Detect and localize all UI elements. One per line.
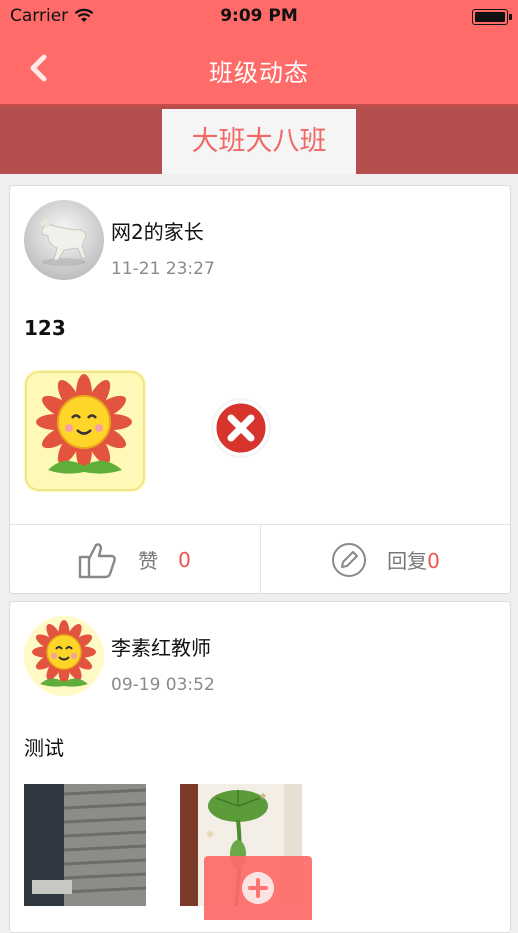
reply-text: 回复: [387, 549, 428, 573]
plus-icon: [242, 872, 274, 904]
post-text: 测试: [24, 736, 64, 760]
pencil-circle-icon: [332, 542, 367, 577]
battery-icon: [472, 9, 512, 25]
blinds-photo: [24, 784, 146, 906]
page-title: 班级动态: [209, 59, 309, 87]
like-count: 0: [178, 547, 191, 572]
avatar[interactable]: [24, 616, 104, 696]
like-label: 赞: [138, 549, 159, 573]
post-author: 李素红教师: [111, 636, 211, 660]
reply-button[interactable]: 回复0: [260, 525, 510, 594]
post-image[interactable]: [24, 370, 146, 492]
horse-avatar-image: [24, 200, 104, 280]
status-bar: Carrier 9:09 PM: [0, 0, 518, 34]
like-button[interactable]: 赞 0: [10, 525, 259, 594]
add-post-button[interactable]: [204, 856, 312, 920]
nav-bar: 班级动态: [0, 34, 518, 106]
post-actions: 赞 0 回复0: [10, 524, 510, 594]
status-time: 9:09 PM: [220, 6, 298, 26]
post-text: 123: [24, 316, 66, 340]
sunflower-image: [24, 370, 146, 492]
post-time: 09-19 03:52: [111, 675, 215, 695]
post-author: 网2的家长: [111, 220, 204, 244]
post-image[interactable]: [24, 784, 146, 906]
avatar[interactable]: [24, 200, 104, 280]
delete-image-icon[interactable]: [210, 397, 272, 459]
sunflower-avatar-image: [24, 616, 104, 696]
class-tab-bar: 大班大八班: [0, 106, 518, 174]
tab-class[interactable]: 大班大八班: [162, 109, 356, 174]
reply-label: 回复0: [387, 545, 440, 574]
post-card: 网2的家长 11-21 23:27 123 赞 0 回复0: [9, 185, 511, 594]
thumbs-up-icon: [78, 542, 116, 578]
post-time: 11-21 23:27: [111, 259, 215, 279]
reply-count: 0: [427, 549, 440, 573]
